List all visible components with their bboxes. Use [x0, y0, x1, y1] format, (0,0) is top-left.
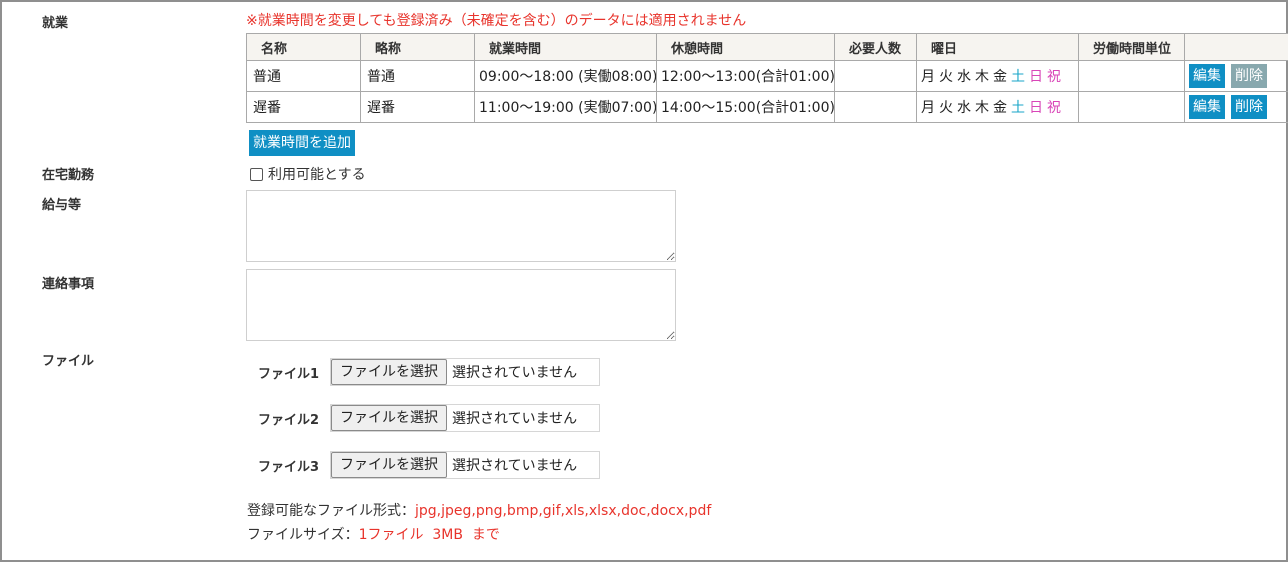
day-holiday: 祝	[1047, 100, 1061, 116]
file-size-prefix: ファイルサイズ：	[247, 527, 359, 543]
day-wed: 水	[957, 100, 971, 116]
day-sat: 土	[1011, 100, 1025, 116]
col-header: 労働時間単位	[1078, 33, 1185, 61]
file-status: 選択されていません	[452, 411, 578, 427]
table-header-row: 名称 略称 就業時間 休憩時間 必要人数 曜日 労働時間単位	[246, 33, 1288, 61]
col-header: 曜日	[916, 33, 1079, 61]
cell-people	[834, 60, 917, 92]
file-status: 選択されていません	[452, 458, 578, 474]
day-mon: 月	[921, 69, 935, 85]
cell-people	[834, 91, 917, 123]
col-header: 必要人数	[834, 33, 917, 61]
notes-textarea[interactable]	[246, 269, 676, 341]
cell-break-hours: 14:00〜15:00(合計01:00)	[656, 91, 835, 123]
day-thu: 木	[975, 69, 989, 85]
file-row-1: ファイル1 ファイルを選択 選択されていません	[258, 358, 600, 386]
day-holiday: 祝	[1047, 69, 1061, 85]
file-input[interactable]: ファイルを選択 選択されていません	[330, 404, 600, 432]
col-header: 休憩時間	[656, 33, 835, 61]
edit-button[interactable]: 編集	[1189, 95, 1225, 119]
day-mon: 月	[921, 100, 935, 116]
cell-work-hours: 09:00〜18:00 (実働08:00)	[474, 60, 657, 92]
file-label: ファイル2	[258, 412, 320, 428]
cell-name: 普通	[246, 60, 361, 92]
wfh-checkbox-label: 利用可能とする	[268, 167, 366, 183]
table-row: 遅番 遅番 11:00〜19:00 (実働07:00) 14:00〜15:00(…	[246, 91, 1288, 123]
day-sat: 土	[1011, 69, 1025, 85]
file-format-list: jpg,jpeg,png,bmp,gif,xls,xlsx,doc,docx,p…	[415, 503, 712, 519]
col-header: 就業時間	[474, 33, 657, 61]
cell-break-hours: 12:00〜13:00(合計01:00)	[656, 60, 835, 92]
file-format-prefix: 登録可能なファイル形式：	[247, 503, 415, 519]
choose-file-button[interactable]: ファイルを選択	[331, 452, 447, 478]
cell-short: 普通	[360, 60, 475, 92]
cell-work-hours: 11:00〜19:00 (実働07:00)	[474, 91, 657, 123]
label-renraku: 連絡事項	[42, 277, 95, 292]
work-hours-table: 名称 略称 就業時間 休憩時間 必要人数 曜日 労働時間単位 普通 普通 09:…	[246, 33, 1288, 123]
cell-unit	[1078, 91, 1185, 123]
file-row-3: ファイル3 ファイルを選択 選択されていません	[258, 451, 600, 479]
wfh-checkbox-row[interactable]: 利用可能とする	[250, 164, 366, 184]
wfh-checkbox[interactable]	[250, 167, 263, 181]
salary-textarea[interactable]	[246, 190, 676, 262]
cell-days: 月火水木金土日祝	[916, 91, 1079, 123]
cell-short: 遅番	[360, 91, 475, 123]
file-format-info: 登録可能なファイル形式：jpg,jpeg,png,bmp,gif,xls,xls…	[247, 500, 711, 520]
file-label: ファイル3	[258, 459, 320, 475]
delete-button[interactable]: 削除	[1231, 95, 1267, 119]
delete-button: 削除	[1231, 64, 1267, 88]
cell-actions: 編集 削除	[1184, 91, 1288, 123]
file-input[interactable]: ファイルを選択 選択されていません	[330, 358, 600, 386]
label-zaitaku: 在宅勤務	[42, 168, 95, 183]
file-input[interactable]: ファイルを選択 選択されていません	[330, 451, 600, 479]
edit-button[interactable]: 編集	[1189, 64, 1225, 88]
file-label: ファイル1	[258, 366, 320, 382]
day-fri: 金	[993, 69, 1007, 85]
day-fri: 金	[993, 100, 1007, 116]
day-tue: 火	[939, 100, 953, 116]
add-work-hours-button[interactable]: 就業時間を追加	[249, 130, 355, 156]
col-header: 名称	[246, 33, 361, 61]
day-thu: 木	[975, 100, 989, 116]
file-size-info: ファイルサイズ：1ファイル 3MB まで	[247, 524, 500, 544]
notice-text: ※就業時間を変更しても登録済み（未確定を含む）のデータには適用されません	[246, 13, 747, 29]
day-sun: 日	[1029, 69, 1043, 85]
choose-file-button[interactable]: ファイルを選択	[331, 359, 447, 385]
cell-name: 遅番	[246, 91, 361, 123]
cell-actions: 編集 削除	[1184, 60, 1288, 92]
label-shugyo: 就業	[42, 16, 69, 31]
cell-days: 月火水木金土日祝	[916, 60, 1079, 92]
choose-file-button[interactable]: ファイルを選択	[331, 405, 447, 431]
form-panel: 就業 ※就業時間を変更しても登録済み（未確定を含む）のデータには適用されません …	[0, 0, 1288, 562]
cell-unit	[1078, 60, 1185, 92]
label-file: ファイル	[42, 354, 95, 369]
day-sun: 日	[1029, 100, 1043, 116]
day-tue: 火	[939, 69, 953, 85]
col-header: 略称	[360, 33, 475, 61]
table-row: 普通 普通 09:00〜18:00 (実働08:00) 12:00〜13:00(…	[246, 60, 1288, 92]
label-kyuyo: 給与等	[42, 198, 82, 213]
day-wed: 水	[957, 69, 971, 85]
col-header	[1184, 33, 1288, 61]
file-row-2: ファイル2 ファイルを選択 選択されていません	[258, 404, 600, 432]
file-status: 選択されていません	[452, 365, 578, 381]
file-size-value: 1ファイル 3MB まで	[358, 527, 500, 543]
